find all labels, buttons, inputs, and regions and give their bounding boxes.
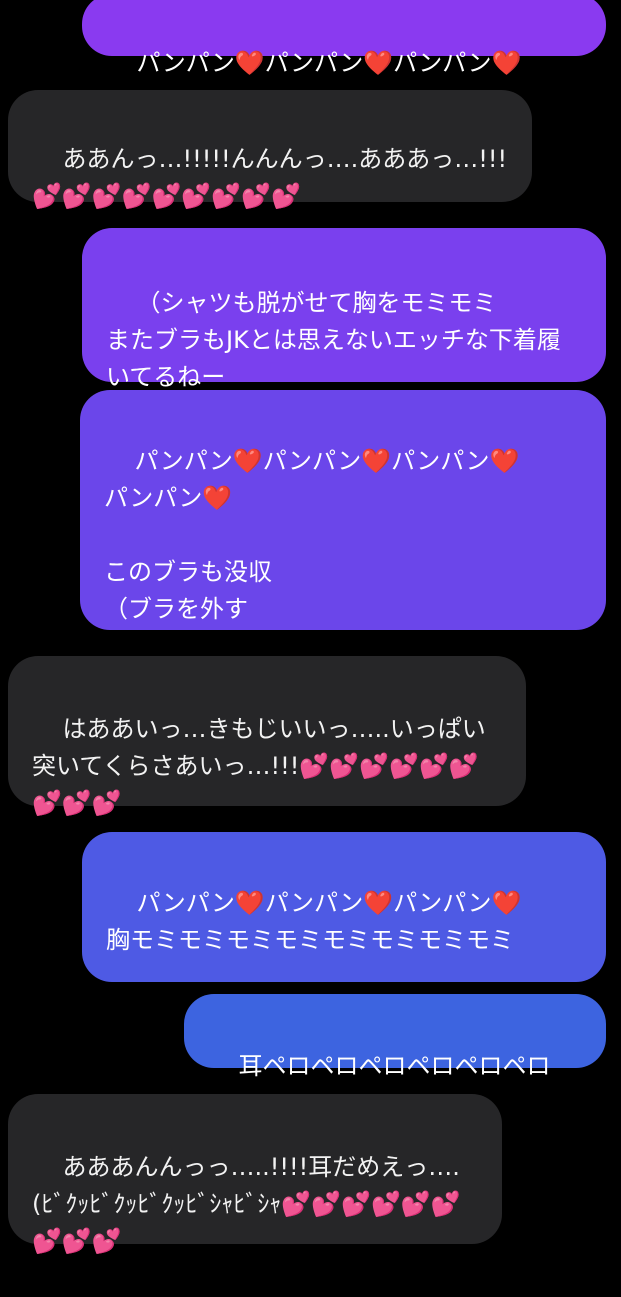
message-bubble-outgoing[interactable]: パンパン❤️パンパン❤️パンパン❤️ 胸モミモミモミモミモミモミモミモミ (82, 832, 606, 982)
message-bubble-incoming[interactable]: はああいっ…きもじいいっ…..いっぱい突いてくらさあいっ…!!!💕💕💕💕💕💕💕💕… (8, 656, 526, 817)
message-bubble-incoming[interactable]: ああんっ…!!!!!んんんっ….あああっ…!!!💕💕💕💕💕💕💕💕💕 (8, 90, 532, 210)
message-text: はああいっ…きもじいいっ…..いっぱい突いてくらさあいっ…!!!💕💕💕💕💕💕💕💕… (32, 715, 486, 817)
message-bubble-outgoing[interactable]: （シャツも脱がせて胸をモミモミ またブラもJKとは思えないエッチな下着履いてるね… (82, 228, 606, 391)
message-text: パンパン❤️パンパン❤️パンパン❤️ パンパン❤️ このブラも没収 （ブラを外す (104, 447, 520, 623)
message-text: パンパン❤️パンパン❤️パンパン❤️ (136, 49, 522, 77)
message-bubble-outgoing[interactable]: パンパン❤️パンパン❤️パンパン❤️ パンパン❤️ このブラも没収 （ブラを外す (80, 390, 606, 630)
message-bubble-outgoing[interactable]: パンパン❤️パンパン❤️パンパン❤️ (82, 0, 606, 77)
message-bubble-outgoing[interactable]: 耳ペロペロペロペロペロペロ (184, 994, 606, 1080)
message-bubble-incoming[interactable]: あああんんっっ…..!!!!耳だめえっ….(ﾋﾞｸｯﾋﾞｸｯﾋﾞｸｯﾋﾞｼｬﾋﾞ… (8, 1094, 502, 1255)
message-text: パンパン❤️パンパン❤️パンパン❤️ 胸モミモミモミモミモミモミモミモミ (106, 889, 522, 954)
message-text: ああんっ…!!!!!んんんっ….あああっ…!!!💕💕💕💕💕💕💕💕💕 (32, 145, 508, 210)
message-text: 耳ペロペロペロペロペロペロ (238, 1052, 551, 1080)
message-text: あああんんっっ…..!!!!耳だめえっ….(ﾋﾞｸｯﾋﾞｸｯﾋﾞｸｯﾋﾞｼｬﾋﾞ… (32, 1153, 461, 1255)
message-text: （シャツも脱がせて胸をモミモミ またブラもJKとは思えないエッチな下着履いてるね… (106, 289, 561, 391)
